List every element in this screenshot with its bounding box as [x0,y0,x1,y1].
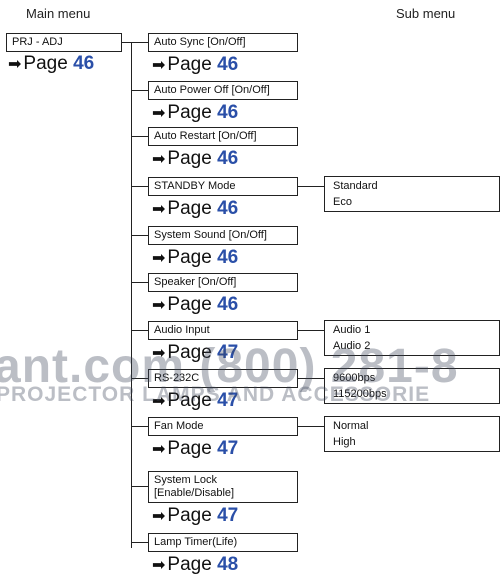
page-prefix: Page [167,554,212,575]
branch-line [131,186,148,187]
page-number: 46 [217,102,239,123]
submenu-connector [298,426,324,427]
arrow-right-icon: ➡ [152,151,166,168]
trunk-line [131,42,132,548]
branch-line [131,42,148,43]
submenu-connector [298,330,324,331]
page-number: 47 [217,438,239,459]
branch-line [131,486,148,487]
page-ref: ➡ Page 46 [152,102,238,125]
page-ref: ➡ Page 46 [152,247,238,270]
submenu-connector [298,186,324,187]
sub-menu-header: Sub menu [396,6,456,21]
branch-line [131,136,148,137]
page-prefix: Page [167,505,212,526]
page-ref: ➡ Page 46 [152,198,238,221]
sub-menu-item: Auto Restart [On/Off] [148,127,298,146]
arrow-right-icon: ➡ [152,557,166,574]
main-page-ref: ➡ Page 46 [8,53,94,76]
submenu-options: Normal High [324,416,500,452]
branch-line [131,542,148,543]
sub-menu-item: System Sound [On/Off] [148,226,298,245]
submenu-options: Standard Eco [324,176,500,212]
page-number: 46 [73,53,95,74]
arrow-right-icon: ➡ [152,105,166,122]
page-number: 47 [217,505,239,526]
submenu-option: Normal [333,420,369,432]
page-number: 46 [217,247,239,268]
submenu-option: High [333,436,356,448]
page-prefix: Page [167,102,212,123]
page-prefix: Page [167,294,212,315]
page-number: 46 [217,294,239,315]
page-prefix: Page [167,198,212,219]
arrow-right-icon: ➡ [152,57,166,74]
page-ref: ➡ Page 48 [152,554,238,577]
arrow-right-icon: ➡ [152,201,166,218]
arrow-right-icon: ➡ [8,56,22,73]
branch-line [131,330,148,331]
watermark-line2: PROJECTOR LAMPS AND ACCESSORIE [0,383,431,406]
arrow-right-icon: ➡ [152,508,166,525]
main-menu-header: Main menu [26,6,91,21]
page-prefix: Page [167,438,212,459]
arrow-right-icon: ➡ [152,441,166,458]
submenu-option: Eco [333,196,352,208]
page-ref: ➡ Page 46 [152,148,238,171]
page-number: 46 [217,198,239,219]
arrow-right-icon: ➡ [152,297,166,314]
submenu-option: Standard [333,180,378,192]
sub-menu-item: Speaker [On/Off] [148,273,298,292]
page-number: 46 [217,148,239,169]
page-number: 46 [217,54,239,75]
sub-menu-item: STANDBY Mode [148,177,298,196]
branch-line [131,90,148,91]
sub-menu-item: Auto Sync [On/Off] [148,33,298,52]
branch-line [131,282,148,283]
page-ref: ➡ Page 46 [152,54,238,77]
page-ref: ➡ Page 47 [152,438,238,461]
branch-line [131,426,148,427]
submenu-option: Audio 1 [333,324,371,336]
page-prefix: Page [167,54,212,75]
page-prefix: Page [167,148,212,169]
branch-line [131,235,148,236]
page-prefix: Page [23,53,68,74]
sub-menu-item: Auto Power Off [On/Off] [148,81,298,100]
sub-menu-item: System Lock [Enable/Disable] [148,471,298,503]
main-menu-item: PRJ - ADJ [6,33,122,52]
arrow-right-icon: ➡ [152,250,166,267]
sub-menu-item: Fan Mode [148,417,298,436]
page-number: 48 [217,554,239,575]
page-prefix: Page [167,247,212,268]
sub-menu-item: Lamp Timer(Life) [148,533,298,552]
sub-menu-item: Audio Input [148,321,298,340]
page-ref: ➡ Page 47 [152,505,238,528]
page-ref: ➡ Page 46 [152,294,238,317]
